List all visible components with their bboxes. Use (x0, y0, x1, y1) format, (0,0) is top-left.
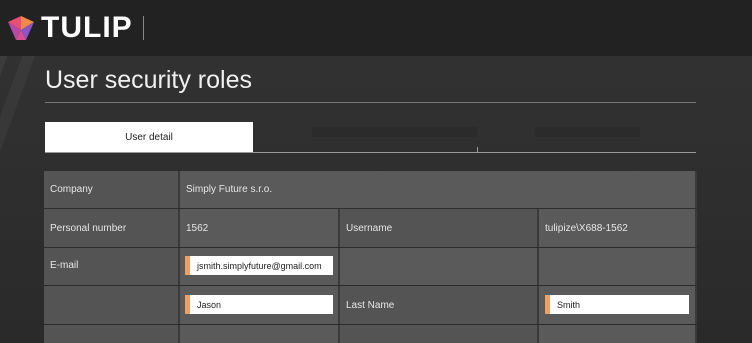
empty-cell (539, 248, 697, 285)
username-value: tulipize\X688-1562 (539, 209, 697, 247)
tab-user-detail[interactable]: User detail (45, 122, 253, 153)
last-name-label: Last Name (340, 286, 539, 324)
app-header: TULIP (0, 0, 752, 56)
tulip-logo[interactable]: TULIP (6, 11, 133, 45)
form-row-company: Company Simply Future s.r.o. (44, 171, 697, 208)
empty-cell (340, 248, 539, 285)
tab-hidden-2[interactable] (535, 122, 640, 153)
empty-cell (340, 325, 539, 343)
personal-number-value: 1562 (180, 209, 340, 247)
email-cell: jsmith.simplyfuture@gmail.com (180, 248, 340, 285)
tab-bar: User detail (45, 122, 696, 153)
company-label: Company (44, 171, 180, 208)
tulip-logo-icon (8, 16, 34, 40)
empty-cell (539, 325, 697, 343)
email-label: E-mail (44, 248, 180, 285)
form-row-personal: Personal number 1562 Username tulipize\X… (44, 209, 697, 247)
personal-number-label: Personal number (44, 209, 180, 247)
username-label: Username (340, 209, 539, 247)
logo-text: TULIP (41, 11, 133, 44)
tabs-divider (45, 152, 696, 153)
last-name-input[interactable]: Smith (545, 295, 689, 314)
empty-cell (44, 325, 180, 343)
empty-cell (180, 325, 340, 343)
form-row-email: E-mail jsmith.simplyfuture@gmail.com (44, 248, 697, 285)
header-divider (142, 16, 144, 40)
form-row-partial (44, 325, 697, 343)
title-divider (45, 102, 696, 103)
form-row-name: Jason Last Name Smith (44, 286, 697, 324)
tab-separator (477, 147, 478, 153)
first-name-input[interactable]: Jason (185, 295, 333, 314)
email-input[interactable]: jsmith.simplyfuture@gmail.com (185, 256, 333, 275)
tab-hidden-1[interactable] (312, 122, 477, 153)
first-name-cell: Jason (180, 286, 340, 324)
last-name-cell: Smith (539, 286, 697, 324)
page-title: User security roles (45, 66, 252, 94)
first-name-label (44, 286, 180, 324)
company-value: Simply Future s.r.o. (180, 171, 697, 208)
